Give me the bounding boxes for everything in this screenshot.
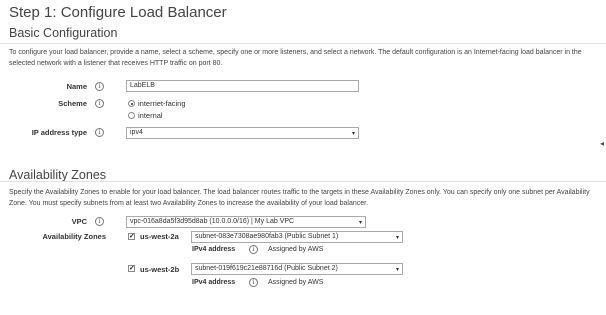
subnet-value: subnet-083e7308ae980fab3 (Public Subnet … bbox=[195, 233, 339, 240]
availability-zones-description: Specify the Availability Zones to enable… bbox=[9, 189, 590, 207]
subnet-select-us-west-2b[interactable]: subnet-019f619c21e88716d (Public Subnet … bbox=[191, 263, 403, 275]
ip-address-type-label: IP address type bbox=[31, 128, 87, 137]
zone-name: us-west-2a bbox=[140, 232, 179, 241]
scheme-internal-label[interactable]: internal bbox=[138, 111, 163, 120]
zone-name: us-west-2b bbox=[140, 265, 180, 274]
availability-zones-heading: Availability Zones bbox=[9, 168, 107, 182]
scheme-internet-facing-label[interactable]: internet-facing bbox=[138, 99, 186, 108]
info-icon[interactable]: i bbox=[95, 217, 104, 226]
basic-configuration-heading: Basic Configuration bbox=[9, 26, 118, 40]
chevron-down-icon: ▾ bbox=[351, 131, 355, 137]
zone-checkbox-us-west-2a[interactable]: ✓ bbox=[128, 233, 135, 240]
ipv4-address-label: IPv4 address bbox=[192, 279, 236, 286]
info-icon[interactable]: i bbox=[249, 245, 258, 254]
collapse-arrow-icon[interactable]: ◂ bbox=[600, 139, 604, 148]
vpc-select[interactable]: vpc-016a8da5f3d95d8ab (10.0.0.0/16) | My… bbox=[126, 216, 366, 228]
vpc-value: vpc-016a8da5f3d95d8ab (10.0.0.0/16) | My… bbox=[130, 218, 295, 225]
ipv4-address-value: Assigned by AWS bbox=[268, 246, 324, 253]
divider bbox=[0, 43, 606, 44]
name-label: Name bbox=[66, 82, 87, 91]
chevron-down-icon: ▾ bbox=[395, 267, 399, 273]
chevron-down-icon: ▾ bbox=[395, 235, 399, 241]
info-icon[interactable]: i bbox=[249, 278, 258, 287]
ip-address-type-value: ipv4 bbox=[130, 129, 143, 136]
basic-configuration-description: To configure your load balancer, provide… bbox=[9, 49, 582, 67]
scheme-internet-facing-radio[interactable] bbox=[128, 100, 135, 107]
name-input[interactable]: LabELB bbox=[126, 80, 359, 92]
ipv4-address-label: IPv4 address bbox=[192, 246, 236, 253]
scheme-label: Scheme bbox=[58, 99, 87, 108]
zone-checkbox-us-west-2b[interactable]: ✓ bbox=[128, 265, 135, 272]
divider bbox=[0, 181, 606, 182]
scheme-internal-radio[interactable] bbox=[128, 112, 135, 119]
ipv4-address-value: Assigned by AWS bbox=[268, 279, 324, 286]
info-icon[interactable]: i bbox=[95, 99, 104, 108]
subnet-select-us-west-2a[interactable]: subnet-083e7308ae980fab3 (Public Subnet … bbox=[191, 231, 403, 243]
chevron-down-icon: ▾ bbox=[358, 220, 362, 226]
vpc-label: VPC bbox=[71, 217, 87, 226]
info-icon[interactable]: i bbox=[95, 82, 104, 91]
info-icon[interactable]: i bbox=[95, 128, 104, 137]
page-title: Step 1: Configure Load Balancer bbox=[9, 4, 227, 21]
subnet-value: subnet-019f619c21e88716d (Public Subnet … bbox=[195, 265, 338, 272]
ip-address-type-select[interactable]: ipv4 ▾ bbox=[126, 127, 359, 139]
availability-zones-label: Availability Zones bbox=[42, 232, 107, 241]
